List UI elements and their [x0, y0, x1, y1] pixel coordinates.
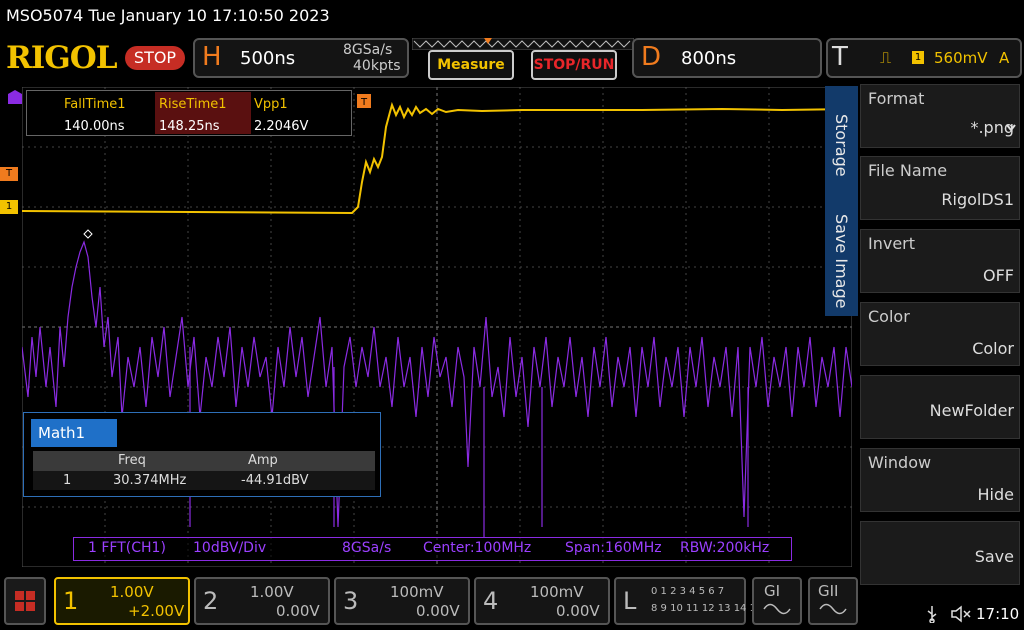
- channel-2-number: 2: [203, 587, 219, 615]
- menu-invert-title: Invert: [868, 234, 916, 253]
- channel-3-scale: 100mV: [390, 583, 444, 601]
- chevron-down-icon: [1006, 124, 1016, 132]
- timebase-value: 500ns: [240, 48, 296, 69]
- channel-3-number: 3: [343, 587, 359, 615]
- sample-rate: 8GSa/s: [343, 42, 393, 58]
- waveform-overview: [412, 38, 634, 50]
- menu-window-title: Window: [868, 453, 932, 472]
- grid-icon: [15, 591, 35, 611]
- rising-edge-icon: ⎍: [880, 48, 892, 67]
- run-status-badge[interactable]: STOP: [125, 46, 185, 70]
- title-bar: MSO5074 Tue January 10 17:10:50 2023: [6, 6, 330, 25]
- delay-letter: D: [641, 42, 662, 72]
- generator-2-label: GII: [818, 582, 839, 600]
- menu-color-value: Color: [972, 339, 1014, 358]
- channel-3-offset: 0.00V: [416, 602, 460, 620]
- menu-save-label: Save: [974, 547, 1014, 566]
- memory-depth: 40kpts: [353, 58, 401, 74]
- menu-color-title: Color: [868, 307, 910, 326]
- math-row-amp: -44.91dBV: [241, 473, 309, 488]
- fft-rate: 8GSa/s: [342, 540, 392, 556]
- ch1-offset-marker[interactable]: 1: [0, 200, 18, 214]
- rigol-logo: RIGOL: [6, 40, 118, 76]
- logic-row-2: 8 9 10 11 12 13 14 15: [651, 603, 763, 614]
- fft-scale: 10dBV/Div: [193, 540, 267, 556]
- fft-source: 1 FFT(CH1): [88, 540, 166, 556]
- trigger-position-marker-icon[interactable]: T: [357, 94, 371, 108]
- table-row: [33, 471, 375, 490]
- menu-file-name-title: File Name: [868, 161, 948, 180]
- svg-text:T: T: [360, 97, 368, 108]
- math-row-index: 1: [63, 473, 72, 488]
- math-row-freq: 30.374MHz: [113, 473, 187, 488]
- sine-wave-icon: [763, 603, 791, 615]
- channel-2-scale: 1.00V: [250, 583, 294, 601]
- fft-rbw: RBW:200kHz: [680, 540, 770, 556]
- channel-4-number: 4: [483, 587, 499, 615]
- measurement-value: 2.2046V: [254, 119, 309, 134]
- logic-row-1: 0 1 2 3 4 5 6 7: [651, 586, 725, 597]
- trigger-letter: T: [832, 42, 848, 72]
- sine-wave-icon: [819, 603, 847, 615]
- math-tab[interactable]: Math1: [31, 419, 117, 447]
- math-header-amp: Amp: [248, 453, 278, 468]
- trigger-mode: A: [999, 49, 1010, 67]
- trigger-level: 560mV: [934, 49, 988, 67]
- measure-button[interactable]: Measure: [428, 50, 514, 80]
- measurement-label: FallTime1: [64, 97, 126, 112]
- trigger-level-marker[interactable]: T: [0, 167, 18, 181]
- stop-run-button[interactable]: STOP/RUN: [531, 50, 617, 80]
- math-header-freq: Freq: [118, 453, 146, 468]
- measurement-value: 148.25ns: [159, 119, 220, 134]
- logic-analyzer-letter: L: [623, 587, 637, 615]
- channel-1-scale: 1.00V: [110, 583, 154, 601]
- math-table-header: [33, 451, 375, 471]
- main-menu-button[interactable]: [4, 577, 46, 625]
- menu-window-value: Hide: [977, 485, 1014, 504]
- delay-value: 800ns: [681, 48, 737, 69]
- speaker-muted-icon[interactable]: [950, 604, 972, 624]
- menu-invert-value: OFF: [983, 266, 1014, 285]
- menu-format-title: Format: [868, 89, 925, 108]
- measurement-label: RiseTime1: [159, 97, 227, 112]
- horizontal-letter: H: [202, 42, 222, 72]
- clock: 17:10: [976, 605, 1020, 623]
- usb-icon: [927, 606, 937, 623]
- generator-1-label: GI: [764, 582, 781, 600]
- channel-4-scale: 100mV: [530, 583, 584, 601]
- trigger-panel[interactable]: [826, 38, 1022, 78]
- peak-marker-icon: [83, 229, 93, 239]
- trigger-source: 1: [912, 51, 924, 64]
- menu-new-folder-label: NewFolder: [929, 401, 1014, 420]
- tab-storage[interactable]: Storage: [832, 114, 851, 177]
- channel-1-offset: +2.00V: [128, 602, 185, 620]
- channel-2-offset: 0.00V: [276, 602, 320, 620]
- channel-4-offset: 0.00V: [556, 602, 600, 620]
- fft-center: Center:100MHz: [423, 540, 532, 556]
- tab-save-image[interactable]: Save Image: [832, 214, 851, 308]
- fft-span: Span:160MHz: [565, 540, 662, 556]
- measurement-value: 140.00ns: [64, 119, 125, 134]
- channel-marker-icon: [8, 90, 22, 104]
- measurement-label: Vpp1: [254, 97, 288, 112]
- channel-1-number: 1: [63, 587, 79, 615]
- menu-file-name-value: RigolDS1: [941, 190, 1014, 209]
